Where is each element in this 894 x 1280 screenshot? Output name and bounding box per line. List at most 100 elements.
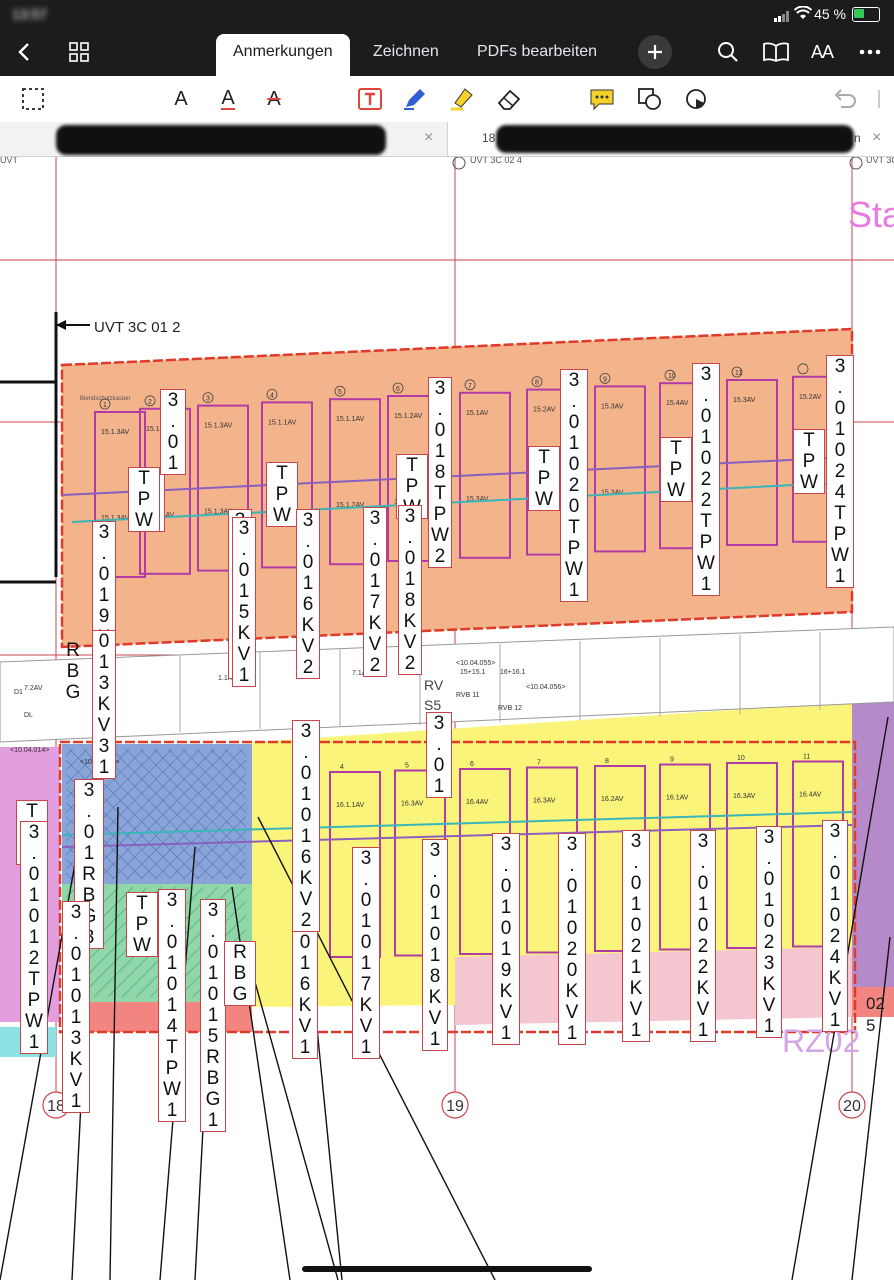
plus-icon[interactable] — [638, 35, 672, 69]
pdf-drawing-canvas[interactable]: 15.1.3AV15.1.3AV115.1.4AV15.1.3AV215.1.3… — [0, 157, 894, 1280]
toolbar-overflow-handle[interactable] — [878, 90, 880, 108]
text-box-icon[interactable] — [355, 84, 385, 114]
strikethrough-icon[interactable]: A — [259, 84, 289, 114]
eraser-icon[interactable] — [494, 84, 524, 114]
callout-char: . — [571, 391, 577, 412]
callout-label[interactable]: RBG — [224, 941, 256, 1006]
search-icon[interactable] — [712, 36, 744, 68]
callout-char: 0 — [167, 432, 179, 453]
text-size-icon[interactable]: AA — [806, 36, 838, 68]
callout-char: 1 — [568, 433, 580, 454]
document-tab-1[interactable]: × — [0, 122, 448, 156]
select-icon[interactable] — [18, 84, 48, 114]
callout-char: 5 — [207, 1026, 219, 1047]
callout-label[interactable]: 013KV31 — [92, 630, 116, 779]
tab-annotations[interactable]: Anmerkungen — [216, 34, 350, 76]
callout-char: B — [206, 1068, 220, 1089]
callout-label[interactable]: 3.01 — [426, 712, 452, 798]
callout-char: 0 — [207, 942, 219, 963]
stamp-icon[interactable] — [682, 84, 712, 114]
callout-label[interactable]: 3.01 — [160, 389, 186, 475]
highlighter-icon[interactable] — [447, 84, 477, 114]
callout-char: V — [97, 715, 111, 736]
tab-draw[interactable]: Zeichnen — [373, 34, 439, 76]
callout-char: . — [766, 848, 772, 869]
callout-char: 1 — [500, 897, 512, 918]
callout-char: 0 — [566, 918, 578, 939]
callout-label[interactable]: 3.01015RBG1 — [200, 899, 226, 1132]
callout-label[interactable]: 3.01020KV1 — [558, 833, 586, 1045]
callout-char: 1 — [429, 945, 441, 966]
callout-label[interactable]: 3.01013KV1 — [62, 901, 90, 1113]
callout-char: 0 — [700, 448, 712, 469]
callout-char: G — [205, 1089, 221, 1110]
callout-label[interactable]: 3.01017KV1 — [352, 847, 380, 1059]
callout-char: P — [165, 1058, 179, 1079]
callout-char: T — [568, 517, 580, 538]
callout-char: 2 — [302, 657, 314, 678]
callout-char: 1 — [300, 784, 312, 805]
callout-label[interactable]: 3.01022TPW1 — [692, 363, 720, 596]
callout-char: 1 — [28, 885, 40, 906]
callout-char: 6 — [300, 847, 312, 868]
callout-label[interactable]: 3.01014TPW1 — [158, 889, 186, 1122]
callout-char: 2 — [28, 948, 40, 969]
callout-char: R — [66, 640, 80, 661]
callout-label[interactable]: 3.01012TPW1 — [20, 821, 48, 1054]
callout-label[interactable]: 3.018TPW2 — [428, 377, 452, 568]
pen-icon[interactable] — [400, 84, 430, 114]
callout-char: 0 — [299, 932, 311, 953]
close-tab-icon[interactable]: × — [424, 129, 433, 147]
underline-icon[interactable]: A — [213, 84, 243, 114]
chevron-left-icon[interactable] — [8, 36, 40, 68]
callout-char: K — [762, 974, 776, 995]
home-indicator[interactable] — [302, 1266, 592, 1272]
shapes-icon[interactable] — [635, 84, 665, 114]
book-icon[interactable] — [760, 36, 792, 68]
grid-icon[interactable] — [63, 36, 95, 68]
callout-label[interactable]: 3.01016KV2 — [292, 720, 320, 932]
callout-label[interactable]: 3.016KV2 — [296, 509, 320, 679]
callout-char: 1 — [98, 652, 110, 673]
callout-char: 0 — [697, 873, 709, 894]
callout-char: 1 — [70, 1007, 82, 1028]
callout-char: 1 — [166, 1100, 178, 1121]
callout-char: T — [803, 430, 815, 451]
callout-char: V — [299, 889, 313, 910]
callout-label[interactable]: 3.01020TPW1 — [560, 369, 588, 602]
callout-label[interactable]: 3.01019KV1 — [492, 833, 520, 1045]
callout-char: 2 — [829, 926, 841, 947]
callout-char: G — [65, 682, 81, 703]
tab-edit-pdfs[interactable]: PDFs bearbeiten — [477, 34, 597, 76]
callout-label[interactable]: 3.015KV1 — [232, 517, 256, 687]
callout-label[interactable]: TPW — [660, 437, 692, 502]
callout-label[interactable]: 3.018KV2 — [398, 505, 422, 675]
callout-label[interactable]: 3.01022KV1 — [690, 830, 716, 1042]
comment-icon[interactable] — [587, 84, 617, 114]
callout-label[interactable]: 3.01024KV1 — [822, 820, 848, 1032]
callout-label[interactable]: TPW — [266, 462, 298, 527]
document-tab-2[interactable]: 18 n × — [448, 122, 894, 156]
more-icon[interactable] — [854, 36, 886, 68]
callout-char: . — [633, 852, 639, 873]
callout-char: W — [831, 545, 849, 566]
annotation-toolbar: A A A — [0, 76, 894, 123]
text-color-icon[interactable]: A — [166, 84, 196, 114]
callout-label[interactable]: RBG — [62, 640, 84, 703]
callout-char: K — [565, 981, 579, 1002]
callout-label[interactable]: 3.01023KV1 — [756, 826, 782, 1038]
callout-label[interactable]: 3.01024TPW1 — [826, 355, 854, 588]
callout-char: 1 — [700, 427, 712, 448]
close-tab-icon[interactable]: × — [872, 129, 881, 147]
callout-label[interactable]: TPW — [528, 446, 560, 511]
callout-label[interactable]: TPW — [126, 892, 158, 957]
callout-label[interactable]: 3.017KV2 — [363, 507, 387, 677]
callout-label[interactable]: 3.01018KV1 — [422, 839, 448, 1051]
callout-char: 1 — [360, 911, 372, 932]
undo-icon[interactable] — [830, 84, 860, 114]
callout-char: 0 — [300, 763, 312, 784]
callout-label[interactable]: TPW — [793, 429, 825, 494]
callout-label[interactable]: TPW — [128, 467, 160, 532]
callout-char: 9 — [98, 606, 110, 627]
callout-label[interactable]: 3.01021KV1 — [622, 830, 650, 1042]
